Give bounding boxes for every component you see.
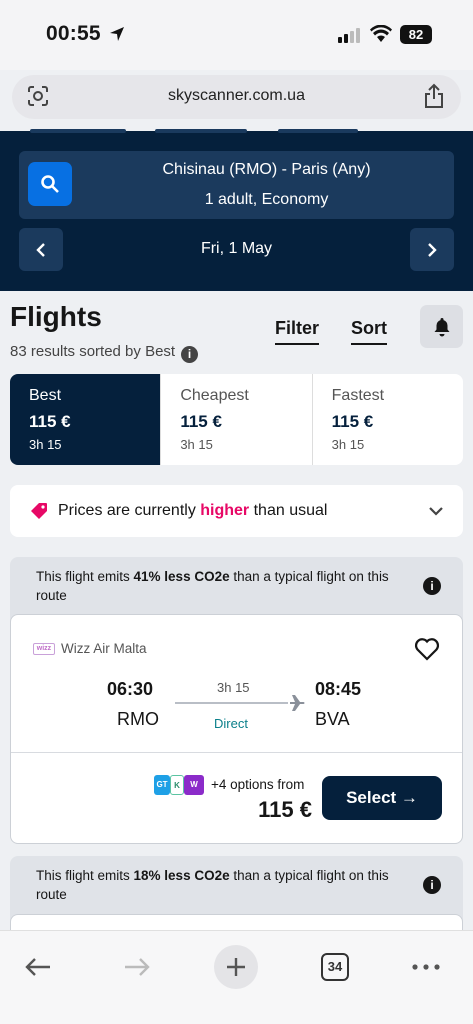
- tab-duration: 3h 15: [180, 437, 213, 452]
- clock: 00:55: [46, 22, 101, 45]
- route-line: [175, 702, 288, 704]
- price-tag-icon: [30, 502, 48, 525]
- emissions-text-start: This flight emits: [36, 868, 134, 883]
- price-insight-text: Prices are currently higher than usual: [58, 502, 327, 520]
- flight-price: 115 €: [258, 797, 312, 822]
- more-dots-icon: [412, 964, 440, 970]
- wizz-air-logo: wizz: [33, 642, 55, 655]
- next-day-button[interactable]: [410, 228, 454, 271]
- more-menu-button[interactable]: [404, 945, 448, 989]
- search-header: Chisinau (RMO) - Paris (Any) 1 adult, Ec…: [0, 129, 473, 291]
- tabs-button[interactable]: 34: [313, 945, 357, 989]
- sort-tabs: Best 115 € 3h 15 Cheapest 115 € 3h 15 Fa…: [10, 374, 463, 465]
- arrow-left-icon: [25, 958, 50, 976]
- tab-price: 115 €: [180, 412, 222, 431]
- chevron-down-icon[interactable]: [429, 503, 443, 521]
- tab-price: 115 €: [331, 412, 374, 431]
- partner-logo-k: K: [170, 775, 184, 795]
- emissions-text: This flight emits 18% less CO2e than a t…: [36, 868, 389, 902]
- chevron-right-icon: [428, 242, 437, 257]
- partner-logo-wizz: W: [184, 775, 204, 795]
- status-bar: 00:55 82: [0, 0, 473, 70]
- price-insight-highlight: higher: [200, 502, 250, 519]
- route-text: Chisinau (RMO) - Paris (Any): [162, 161, 371, 178]
- passengers-text: 1 adult, Economy: [204, 191, 329, 208]
- plus-icon: [227, 958, 245, 976]
- url-text[interactable]: skyscanner.com.ua: [12, 87, 461, 105]
- flight-card[interactable]: wizz Wizz Air Malta 06:30 RMO 3h 15 Dire…: [10, 614, 463, 844]
- stops-label: Direct: [214, 716, 248, 731]
- forward-button[interactable]: [115, 945, 159, 989]
- share-icon[interactable]: [423, 83, 445, 114]
- card-divider: [11, 752, 462, 753]
- price-alert-button[interactable]: [420, 305, 463, 348]
- header-divider: [30, 129, 126, 133]
- emissions-highlight: 18% less CO2e: [133, 868, 230, 883]
- page-title: Flights: [10, 301, 102, 332]
- bell-icon: [434, 317, 449, 336]
- partner-logo-gt: GT: [154, 775, 170, 795]
- filter-button[interactable]: Filter: [275, 318, 320, 345]
- tab-name: Fastest: [331, 387, 385, 404]
- emissions-highlight: 41% less CO2e: [133, 569, 230, 584]
- sort-button[interactable]: Sort: [351, 318, 387, 345]
- info-icon[interactable]: i: [181, 346, 199, 363]
- location-arrow-icon: [109, 26, 125, 47]
- header-divider: [278, 129, 358, 133]
- emissions-text: This flight emits 41% less CO2e than a t…: [36, 569, 389, 603]
- new-tab-button[interactable]: [214, 945, 258, 989]
- tabs-count: 34: [321, 953, 349, 981]
- departure-airport: RMO: [117, 709, 159, 729]
- price-insight-banner[interactable]: Prices are currently higher than usual: [10, 485, 463, 537]
- search-button[interactable]: [28, 162, 72, 206]
- tab-fastest[interactable]: Fastest 115 € 3h 15: [311, 374, 463, 465]
- back-button[interactable]: [16, 945, 60, 989]
- departure-time: 06:30: [107, 679, 154, 699]
- select-button[interactable]: Select →: [322, 776, 442, 820]
- battery-indicator: 82: [400, 25, 432, 44]
- heart-icon[interactable]: [414, 637, 440, 666]
- tab-cheapest[interactable]: Cheapest 115 € 3h 15: [160, 374, 311, 465]
- tab-duration: 3h 15: [331, 437, 365, 452]
- results-summary: 83 results sorted by Best i: [10, 343, 199, 363]
- emissions-text-start: This flight emits: [36, 569, 134, 584]
- price-insight-text-end: than usual: [249, 502, 328, 519]
- booking-partner-logos: GT K W: [154, 775, 204, 795]
- tab-duration: 3h 15: [29, 437, 62, 452]
- arrow-right-icon: [125, 958, 150, 976]
- results-summary-text: 83 results sorted by Best: [10, 343, 176, 360]
- date-selector: Fri, 1 May: [19, 228, 454, 271]
- airplane-icon: [289, 694, 305, 717]
- price-insight-text-start: Prices are currently: [58, 502, 201, 519]
- arrival-airport: BVA: [315, 709, 350, 729]
- flight-duration: 3h 15: [217, 680, 250, 695]
- tab-name: Best: [29, 387, 62, 404]
- address-bar[interactable]: skyscanner.com.ua: [12, 75, 461, 119]
- tab-name: Cheapest: [180, 387, 249, 404]
- info-icon[interactable]: i: [423, 876, 441, 894]
- tab-best[interactable]: Best 115 € 3h 15: [10, 374, 161, 465]
- wifi-icon: [370, 24, 392, 48]
- cellular-signal-icon: [338, 28, 360, 43]
- header-divider: [155, 129, 247, 133]
- selected-date[interactable]: Fri, 1 May: [19, 240, 454, 258]
- browser-toolbar: 34: [0, 930, 473, 1024]
- booking-options-text: +4 options from: [211, 777, 305, 792]
- airline-info: wizz Wizz Air Malta: [33, 641, 147, 656]
- search-icon: [41, 175, 59, 193]
- search-summary[interactable]: Chisinau (RMO) - Paris (Any) 1 adult, Ec…: [19, 151, 454, 219]
- tab-price: 115 €: [29, 412, 71, 431]
- info-icon[interactable]: i: [423, 577, 441, 595]
- arrival-time: 08:45: [315, 679, 362, 699]
- airline-name: Wizz Air Malta: [61, 641, 147, 656]
